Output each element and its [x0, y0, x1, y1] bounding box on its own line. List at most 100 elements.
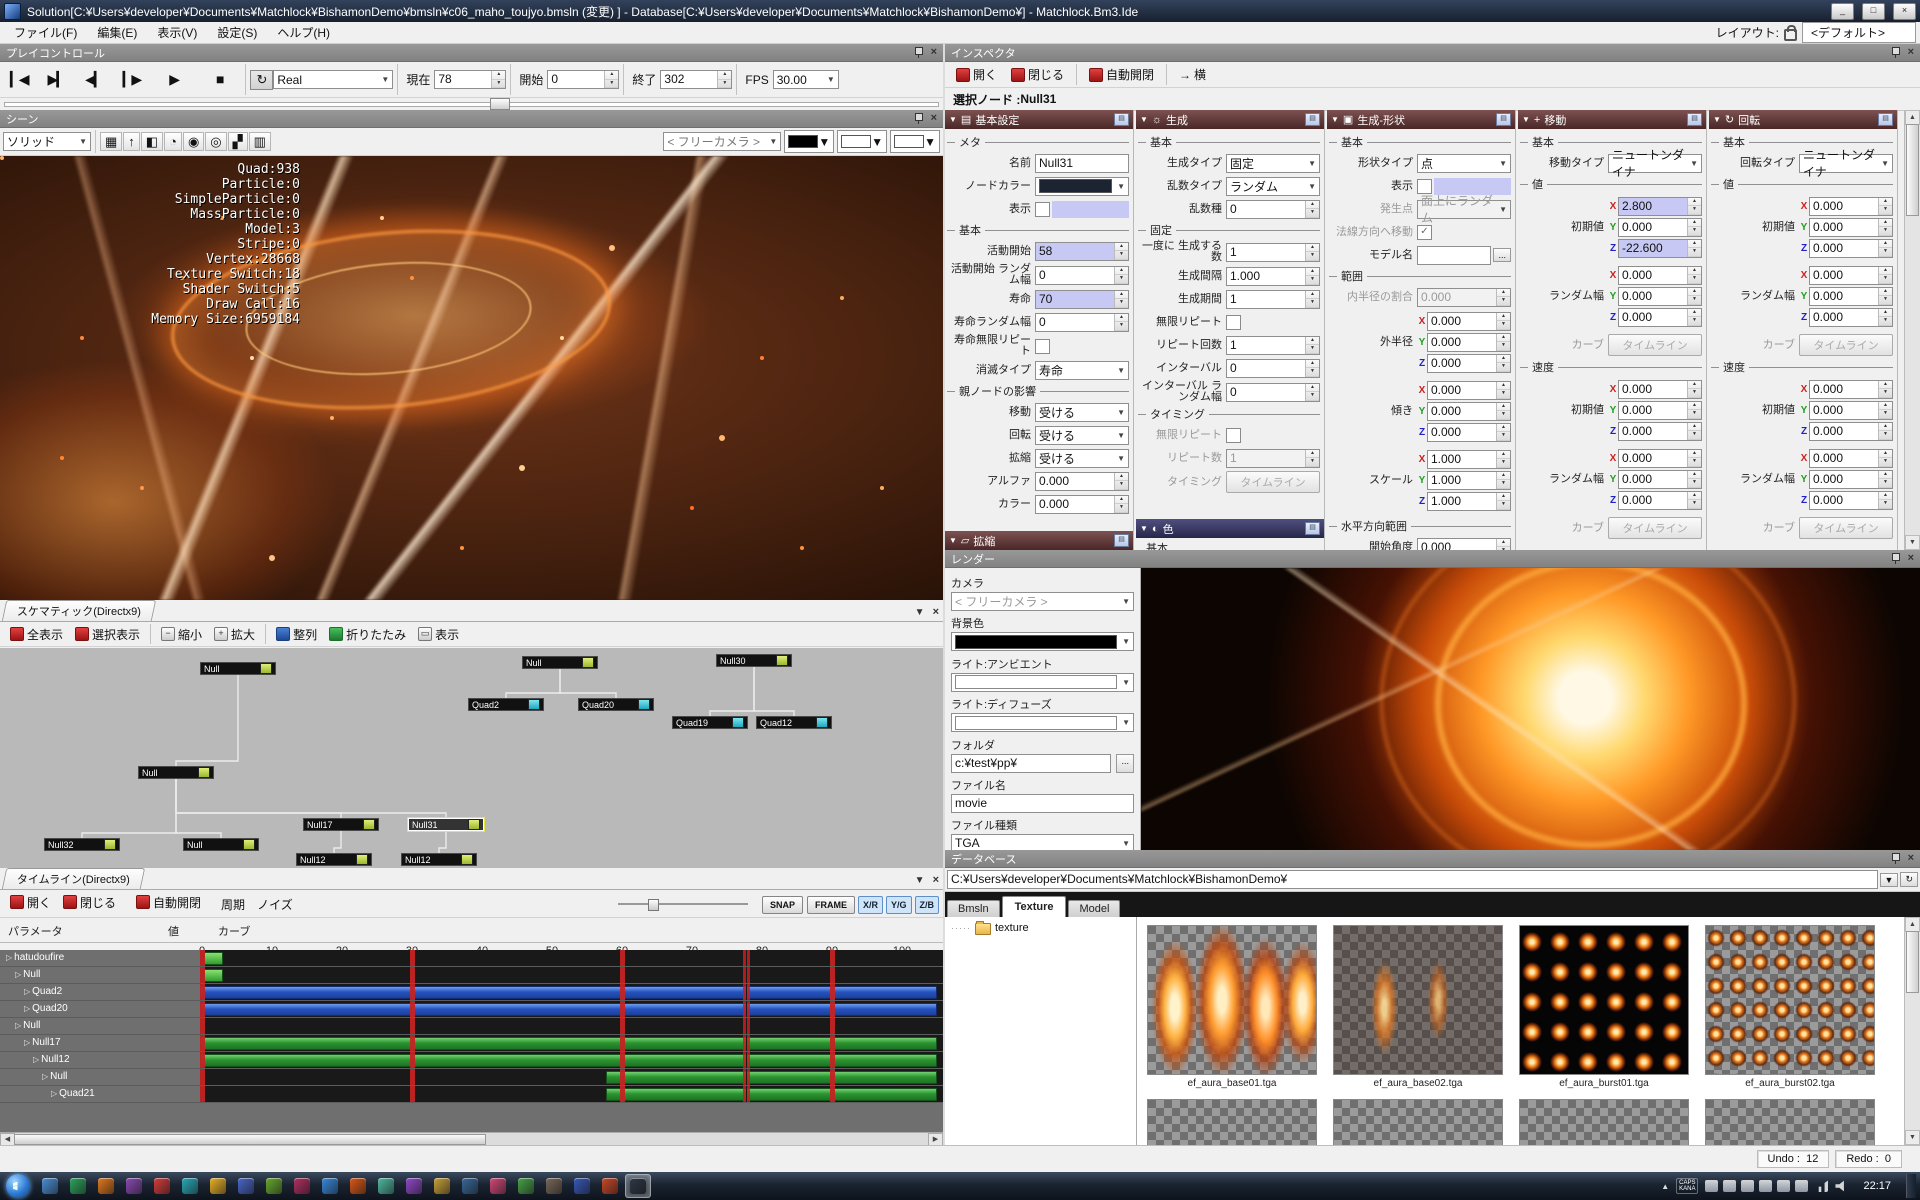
expander-icon[interactable]: ▷ — [15, 1021, 21, 1030]
field-input-リピート回数[interactable]: 1▲▼ — [1226, 336, 1320, 355]
field-color-ノードカラー[interactable]: ▼ — [1035, 177, 1129, 196]
collapse-arrow-icon[interactable]: ▼ — [1140, 524, 1148, 533]
keyframe-marker[interactable] — [830, 1052, 835, 1068]
track-tree-item[interactable]: ▷Null17 — [0, 1035, 224, 1051]
keyframe-marker[interactable] — [830, 1086, 835, 1102]
spinner-buttons[interactable]: ▲▼ — [1496, 451, 1510, 468]
field-select-移動[interactable]: 受ける▼ — [1035, 403, 1129, 422]
note-icon[interactable]: ▤ — [1305, 522, 1320, 535]
spinner-buttons[interactable]: ▲▼ — [1496, 493, 1510, 510]
keyframe-marker[interactable] — [620, 1052, 625, 1068]
track-bar[interactable] — [204, 952, 223, 965]
toggle-X/R[interactable]: X/R — [858, 896, 883, 914]
camera-icon[interactable]: ◎ — [205, 132, 226, 151]
database-vscrollbar[interactable]: ▲▼ — [1904, 917, 1920, 1145]
spinner-buttons[interactable]: ▲▼ — [1496, 313, 1510, 330]
schematic-tool-拡大[interactable]: +拡大 — [208, 624, 261, 645]
expander-icon[interactable]: ▷ — [42, 1072, 48, 1081]
button-タイムライン[interactable]: タイムライン — [1608, 517, 1702, 539]
track-lane[interactable] — [200, 984, 943, 1000]
spinner-buttons[interactable]: ▲▼ — [1687, 381, 1701, 398]
spinner-buttons[interactable]: ▲▼ — [1114, 267, 1128, 284]
field-input-生成期間[interactable]: 1▲▼ — [1226, 290, 1320, 309]
track-bar[interactable] — [200, 1037, 937, 1050]
taskbar-icon-13[interactable] — [373, 1174, 399, 1198]
taskbar-icon-7[interactable] — [205, 1174, 231, 1198]
schematic-node-Null31[interactable]: Null31 — [408, 818, 484, 831]
toggle-Y/G[interactable]: Y/G — [886, 896, 912, 914]
track-lane[interactable] — [200, 967, 943, 983]
keyframe-marker[interactable] — [200, 1035, 205, 1051]
keyframe-marker[interactable] — [620, 1086, 625, 1102]
keyframe-marker[interactable] — [830, 950, 835, 966]
tray-icon-4[interactable] — [1759, 1180, 1772, 1192]
track-tree-item[interactable]: ▷Quad20 — [0, 1001, 224, 1017]
pin-icon[interactable] — [914, 47, 923, 58]
tree-item-texture[interactable]: ····· texture — [951, 921, 1130, 935]
render-camera-select[interactable]: < フリーカメラ >▼ — [951, 592, 1134, 611]
tray-expand-icon[interactable]: ▲ — [1661, 1182, 1669, 1191]
spinner-buttons[interactable]: ▲▼ — [1114, 314, 1128, 331]
pin-icon[interactable] — [1891, 853, 1900, 864]
schematic-tab[interactable]: スケマティック(Directx9) — [2, 600, 156, 621]
record-camera-icon[interactable]: ◉ — [183, 132, 204, 151]
taskbar-icon-6[interactable] — [177, 1174, 203, 1198]
field-input-傾き-Y[interactable]: 0.000▲▼ — [1427, 402, 1511, 421]
spinner-buttons[interactable]: ▲▼ — [1878, 450, 1892, 467]
field-input-乱数種[interactable]: 0▲▼ — [1226, 200, 1320, 219]
timeline-tab[interactable]: タイムライン(Directx9) — [2, 868, 145, 889]
field-input-名前[interactable]: Null31 — [1035, 154, 1129, 173]
field-checkbox-表示[interactable] — [1035, 202, 1050, 217]
spinner-buttons[interactable]: ▲▼ — [1114, 243, 1128, 260]
spinner-buttons[interactable]: ▲▼ — [1305, 291, 1319, 308]
field-input-スケール-Z[interactable]: 1.000▲▼ — [1427, 492, 1511, 511]
spinner-buttons[interactable]: ▲▼ — [1305, 360, 1319, 377]
field-checkbox-無限リピート[interactable] — [1226, 315, 1241, 330]
page-icon[interactable]: ◧ — [141, 132, 163, 151]
schematic-node-Null[interactable]: Null — [200, 662, 276, 675]
field-input-開始角度[interactable]: 0.000▲▼ — [1417, 538, 1511, 551]
last-frame-button[interactable]: ▶▎ — [38, 68, 76, 91]
note-icon[interactable]: ▤ — [1878, 113, 1893, 126]
taskbar-clock[interactable]: 22:17 — [1855, 1180, 1899, 1192]
spinner-buttons[interactable]: ▲▼ — [1305, 450, 1319, 467]
keyframe-marker[interactable] — [200, 1018, 205, 1034]
keyframe-marker[interactable] — [620, 984, 625, 1000]
collapse-arrow-icon[interactable]: ▼ — [1140, 115, 1148, 124]
field-input-傾き-X[interactable]: 0.000▲▼ — [1427, 381, 1511, 400]
expander-icon[interactable]: ▷ — [33, 1055, 39, 1064]
up-arrow-icon[interactable]: ↑ — [123, 132, 140, 151]
field-input-カラー[interactable]: 0.000▲▼ — [1035, 495, 1129, 514]
track-tree-item[interactable]: ▷hatudoufire — [0, 950, 206, 966]
taskbar-icon-20[interactable] — [569, 1174, 595, 1198]
schematic-tool-縮小[interactable]: −縮小 — [155, 624, 208, 645]
keyframe-marker[interactable] — [620, 950, 625, 966]
spinner-buttons[interactable]: ▲▼ — [1114, 473, 1128, 490]
spinner-buttons[interactable]: ▲▼ — [1496, 403, 1510, 420]
collapse-arrow-icon[interactable]: ▼ — [1331, 115, 1339, 124]
spinner-buttons[interactable]: ▲▼ — [1114, 291, 1128, 308]
field-input-初期値-Y[interactable]: 0.000▲▼ — [1618, 401, 1702, 420]
keyframe-marker[interactable] — [200, 1052, 205, 1068]
field-input-インターバル ランダム幅[interactable]: 0▲▼ — [1226, 383, 1320, 402]
field-select-乱数タイプ[interactable]: ランダム▼ — [1226, 177, 1320, 196]
field-input-寿命ランダム幅[interactable]: 0▲▼ — [1035, 313, 1129, 332]
keyframe-marker[interactable] — [620, 1035, 625, 1051]
spinner-buttons[interactable]: ▲▼ — [1687, 402, 1701, 419]
field-input-初期値-X[interactable]: 0.000▲▼ — [1618, 380, 1702, 399]
inspector-tool-閉じる[interactable]: 閉じる — [1005, 64, 1070, 85]
field-input-初期値-Y[interactable]: 0.000▲▼ — [1618, 218, 1702, 237]
spinner-buttons[interactable]: ▲▼ — [1687, 267, 1701, 284]
play-mode-select[interactable]: Real▼ — [273, 70, 393, 89]
tab-dropdown-icon[interactable]: ▼ — [915, 875, 925, 886]
schematic-tool-選択表示[interactable]: 選択表示 — [69, 624, 146, 645]
spinner-buttons[interactable]: ▲▼ — [1687, 450, 1701, 467]
button-タイムライン[interactable]: タイムライン — [1799, 517, 1893, 539]
button-SNAP[interactable]: SNAP — [762, 896, 803, 914]
spinner-buttons[interactable]: ▲▼ — [1305, 337, 1319, 354]
field-input-ランダム幅-X[interactable]: 0.000▲▼ — [1809, 266, 1893, 285]
field-checkbox-法線方向へ移動[interactable]: ✓ — [1417, 225, 1432, 240]
scene-viewport[interactable]: Quad:938Particle:0SimpleParticle:0MassPa… — [0, 156, 943, 600]
track-lane[interactable] — [200, 1069, 943, 1085]
spinner-buttons[interactable]: ▲▼ — [1305, 268, 1319, 285]
